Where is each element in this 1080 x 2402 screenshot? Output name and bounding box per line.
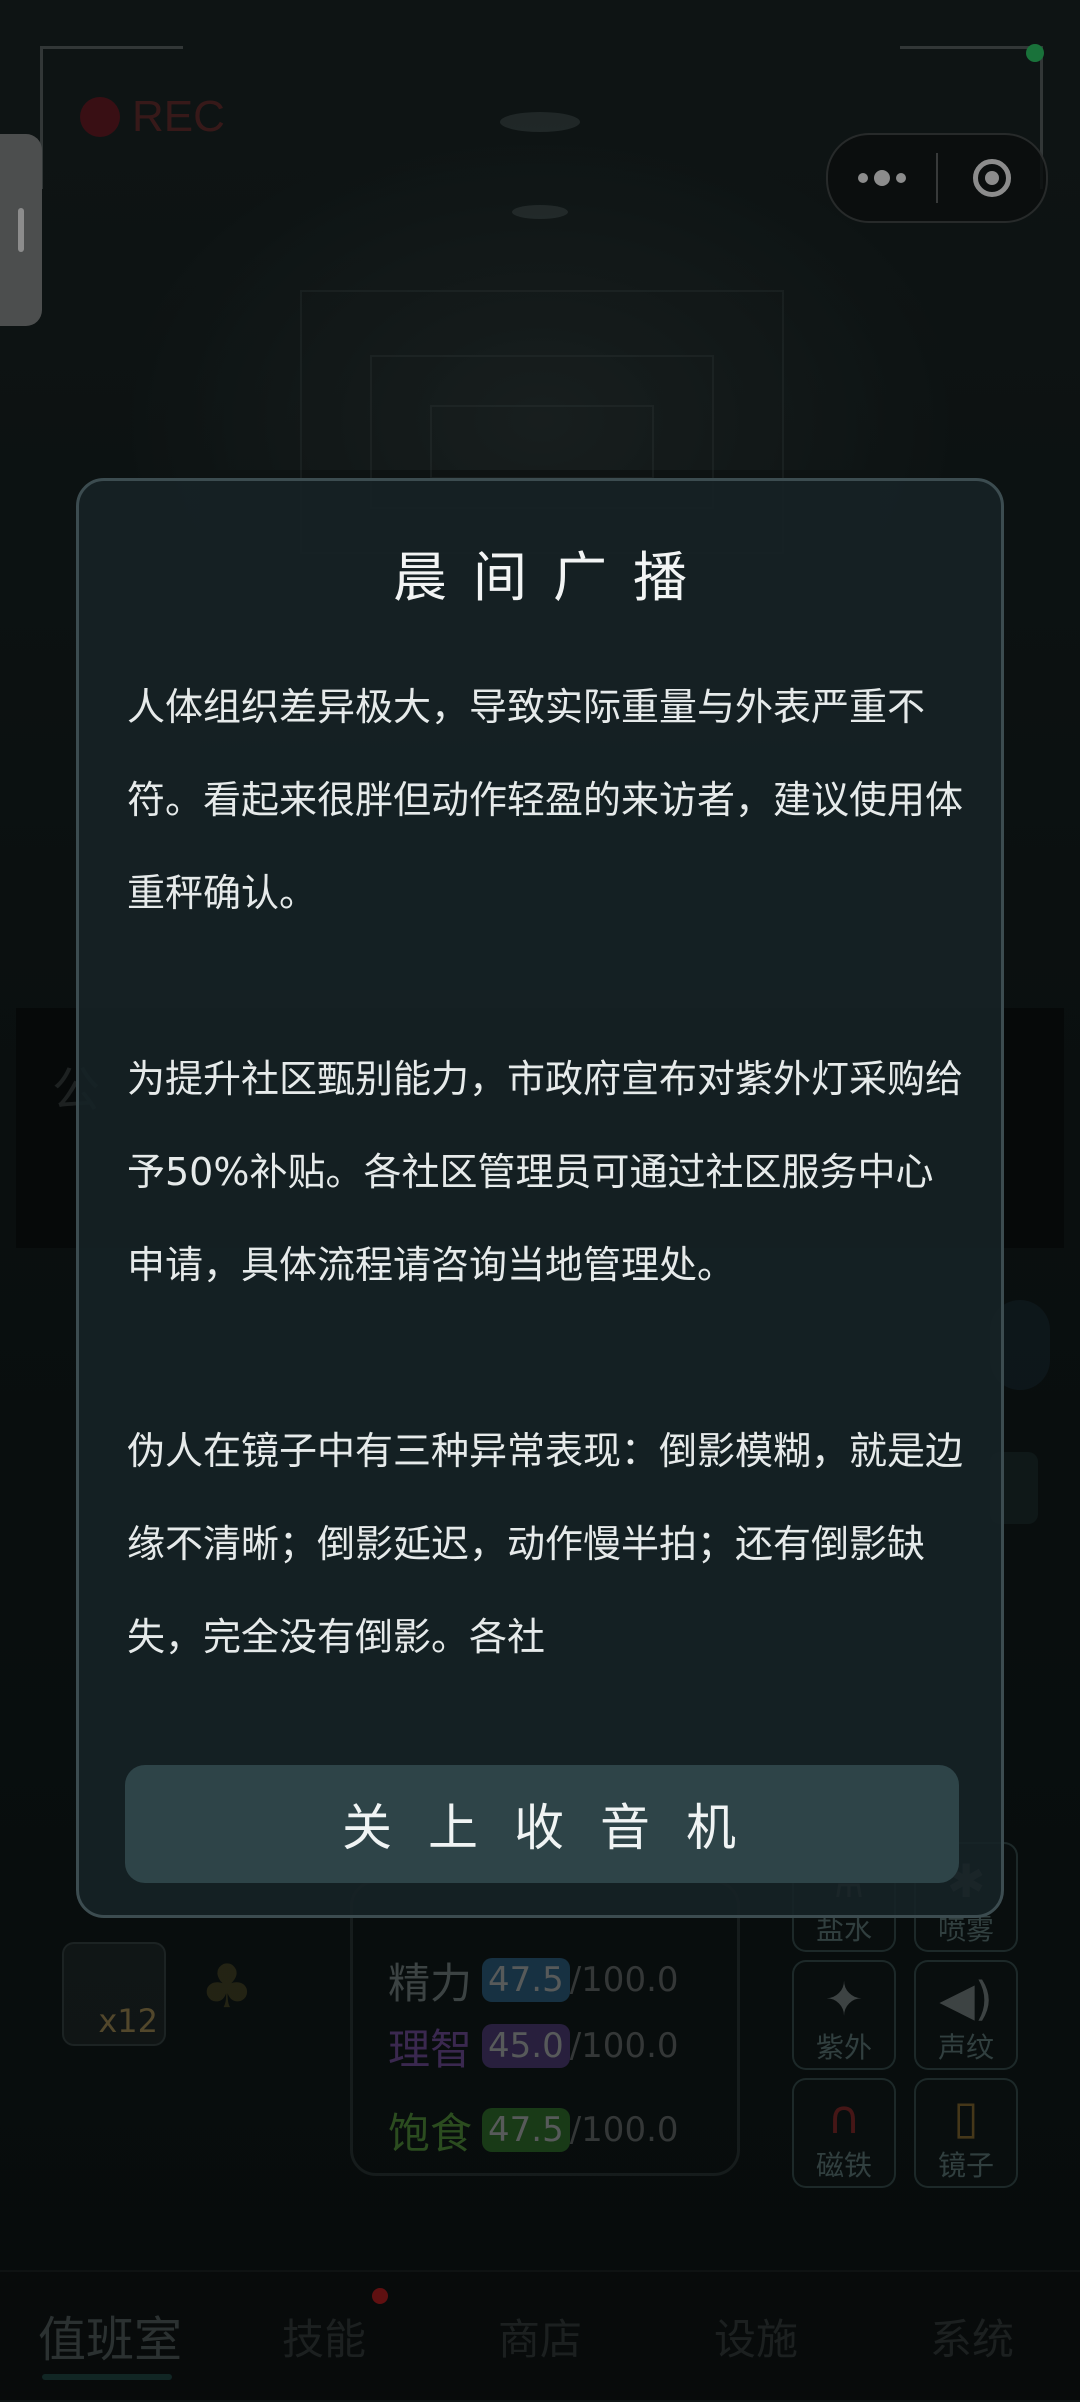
- broadcast-paragraph: 伪人在镜子中有三种异常表现：倒影模糊，就是边缘不清晰；倒影延迟，动作慢半拍；还有…: [127, 1429, 964, 1659]
- dialog-scroll-content[interactable]: 人体组织差异极大，导致实际重量与外表严重不符。看起来很胖但动作轻盈的来访者，建议…: [127, 661, 969, 1707]
- dialog-title: 晨间广播: [393, 546, 713, 609]
- broadcast-dialog: 晨间广播 人体组织差异极大，导致实际重量与外表严重不符。看起来很胖但动作轻盈的来…: [76, 478, 1004, 1918]
- broadcast-paragraph: 为提升社区甄别能力，市政府宣布对紫外灯采购给予50%补贴。各社区管理员可通过社区…: [127, 1057, 964, 1287]
- broadcast-paragraph: 人体组织差异极大，导致实际重量与外表严重不符。看起来很胖但动作轻盈的来访者，建议…: [127, 685, 964, 915]
- close-radio-button[interactable]: 关上收音机: [125, 1765, 959, 1883]
